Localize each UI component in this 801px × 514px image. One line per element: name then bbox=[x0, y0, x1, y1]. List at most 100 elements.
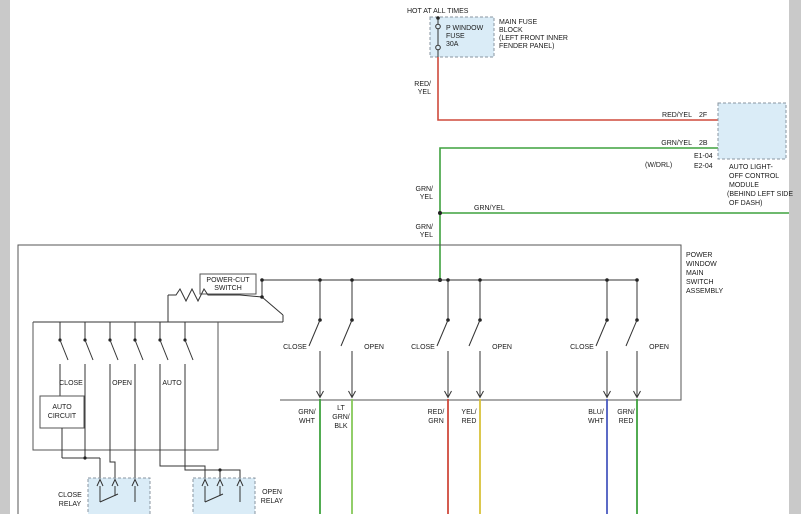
wire-label: GRN/ bbox=[332, 414, 350, 421]
wire-label: GRN/ bbox=[617, 409, 635, 416]
fuse-section: HOT AT ALL TIMES P WINDOW FUSE 30A MAIN … bbox=[407, 8, 568, 57]
control-module-section: AUTO LIGHT- OFF CONTROL MODULE (BEHIND L… bbox=[718, 103, 793, 207]
fuse-name: P WINDOW bbox=[446, 25, 484, 32]
switch-blade bbox=[469, 320, 480, 346]
power-cut-label: SWITCH bbox=[214, 285, 242, 292]
wire-label: YEL bbox=[418, 89, 431, 96]
close-relay-label: RELAY bbox=[59, 501, 82, 508]
pin-label: 2B bbox=[699, 140, 708, 147]
close-relay: CLOSE RELAY bbox=[58, 478, 150, 514]
wire-label: RED/ bbox=[428, 409, 445, 416]
wiring-diagram-page: HOT AT ALL TIMES P WINDOW FUSE 30A MAIN … bbox=[0, 0, 801, 514]
wire-grn-yel bbox=[440, 148, 718, 280]
wire-labels-top: RED/ YEL RED/YEL 2F GRN/YEL 2B E1-04 E2-… bbox=[414, 81, 713, 239]
switch-blade bbox=[60, 340, 68, 360]
switch-blade bbox=[341, 320, 352, 346]
open-relay: OPEN RELAY bbox=[193, 478, 284, 514]
close-contact-label: CLOSE bbox=[570, 344, 594, 351]
wiring-diagram-canvas: HOT AT ALL TIMES P WINDOW FUSE 30A MAIN … bbox=[0, 0, 801, 514]
switch-blade bbox=[309, 320, 320, 346]
wire-label: RED bbox=[462, 418, 477, 425]
switch-blade bbox=[626, 320, 637, 346]
wire-label: GRN/ bbox=[416, 224, 434, 231]
pin-label: E2-04 bbox=[694, 163, 713, 170]
auto-circuit-label: AUTO bbox=[52, 404, 72, 411]
wire-label: YEL bbox=[420, 232, 433, 239]
wire-label: YEL/ bbox=[461, 409, 476, 416]
auto-circuit: AUTO CIRCUIT bbox=[40, 396, 100, 478]
driver-close-label: CLOSE bbox=[59, 380, 83, 387]
open-contact-label: OPEN bbox=[649, 344, 669, 351]
switch-blade bbox=[185, 340, 193, 360]
module-caption: OFF CONTROL bbox=[729, 173, 779, 180]
wire-label: RED/YEL bbox=[662, 112, 692, 119]
wire-label: RED bbox=[619, 418, 634, 425]
note-label: (W/DRL) bbox=[645, 162, 672, 169]
junction-dot bbox=[438, 211, 442, 215]
junction-dot bbox=[635, 278, 639, 282]
fuse-block-caption: MAIN FUSE bbox=[499, 19, 537, 26]
junction-dot bbox=[605, 278, 609, 282]
window-switch-group-1: CLOSE OPEN bbox=[283, 278, 384, 397]
driver-master-switch: CLOSE OPEN AUTO bbox=[33, 322, 240, 478]
wire-label: LT bbox=[337, 405, 345, 412]
close-relay-box bbox=[88, 478, 150, 514]
wire-label: WHT bbox=[299, 418, 316, 425]
power-cut-switch: POWER-CUT SWITCH bbox=[168, 274, 283, 322]
driver-auto-label: AUTO bbox=[162, 380, 182, 387]
switch-blade bbox=[85, 340, 93, 360]
wire-label: BLK bbox=[334, 423, 348, 430]
left-margin bbox=[0, 0, 10, 514]
module-caption: MODULE bbox=[729, 182, 759, 189]
close-contact-label: CLOSE bbox=[283, 344, 307, 351]
output-wire bbox=[185, 364, 240, 478]
right-margin bbox=[789, 0, 801, 514]
close-relay-label: CLOSE bbox=[58, 492, 82, 499]
switch-blade bbox=[437, 320, 448, 346]
module-caption: OF DASH) bbox=[729, 200, 762, 207]
wire-label: RED/ bbox=[414, 81, 431, 88]
open-relay-box bbox=[193, 478, 255, 514]
junction-dot bbox=[260, 278, 264, 282]
open-contact-label: OPEN bbox=[492, 344, 512, 351]
junction-dot bbox=[83, 456, 86, 459]
junction-dot bbox=[446, 278, 450, 282]
open-relay-label: RELAY bbox=[261, 498, 284, 505]
fuse-block-caption: BLOCK bbox=[499, 27, 523, 34]
assembly-caption: SWITCH bbox=[686, 279, 714, 286]
wire-label: WHT bbox=[588, 418, 605, 425]
power-cut-label: POWER-CUT bbox=[206, 277, 250, 284]
switch-blade bbox=[110, 340, 118, 360]
open-relay-label: OPEN bbox=[262, 489, 282, 496]
assembly-caption: POWER bbox=[686, 252, 712, 259]
wire-label: BLU/ bbox=[588, 409, 604, 416]
fuse-block-caption: (LEFT FRONT INNER bbox=[499, 35, 568, 42]
assembly-caption: WINDOW bbox=[686, 261, 717, 268]
window-switch-group-3: CLOSE OPEN bbox=[570, 278, 669, 397]
driver-open-label: OPEN bbox=[112, 380, 132, 387]
switch-blade bbox=[262, 297, 283, 315]
switch-blade bbox=[135, 340, 143, 360]
wire-red-yel bbox=[438, 57, 718, 120]
junction-dot bbox=[478, 278, 482, 282]
fuse-block-caption: FENDER PANEL) bbox=[499, 43, 555, 50]
fuse-name: FUSE bbox=[446, 33, 465, 40]
switch-blade bbox=[160, 340, 168, 360]
assembly-caption: MAIN bbox=[686, 270, 704, 277]
main-switch-assembly: POWER WINDOW MAIN SWITCH ASSEMBLY POWER-… bbox=[18, 245, 724, 514]
junction-dot bbox=[318, 278, 322, 282]
switch-blade bbox=[596, 320, 607, 346]
window-switch-group-2: CLOSE OPEN bbox=[411, 278, 512, 397]
junction-dot bbox=[350, 278, 354, 282]
wire-label: GRN/YEL bbox=[474, 205, 505, 212]
wire-label: GRN/ bbox=[298, 409, 316, 416]
fuse-rating: 30A bbox=[446, 41, 459, 48]
pin-label: E1-04 bbox=[694, 153, 713, 160]
assembly-caption: ASSEMBLY bbox=[686, 288, 724, 295]
wire-label: GRN/YEL bbox=[661, 140, 692, 147]
hot-at-all-times-label: HOT AT ALL TIMES bbox=[407, 8, 469, 15]
module-caption: (BEHIND LEFT SIDE bbox=[727, 191, 793, 198]
wire-label: YEL bbox=[420, 194, 433, 201]
close-contact-label: CLOSE bbox=[411, 344, 435, 351]
junction-dot bbox=[260, 295, 264, 299]
